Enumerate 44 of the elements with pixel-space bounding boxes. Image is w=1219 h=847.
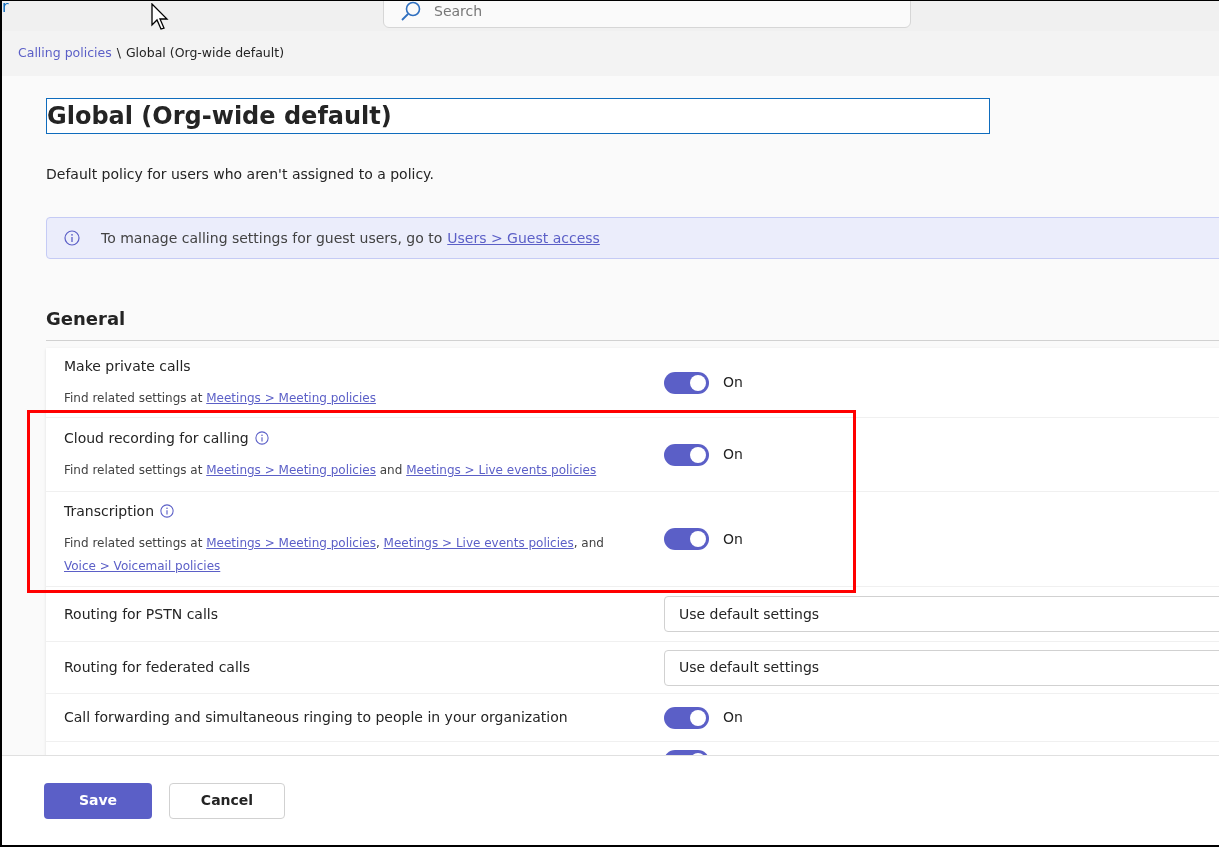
save-button[interactable]: Save [44, 782, 152, 819]
toggle-switch[interactable] [664, 528, 709, 550]
toggle-state-text: On [723, 445, 743, 464]
search-icon [400, 1, 422, 23]
guest-access-link[interactable]: Users > Guest access [447, 227, 600, 249]
dropdown[interactable]: Use default settings [664, 596, 1219, 632]
breadcrumb-text: \ [116, 44, 121, 63]
breadcrumb-link[interactable]: Calling policies [18, 44, 112, 63]
settings-link[interactable]: Meetings > Meeting policies [206, 390, 376, 405]
policy-description: Default policy for users who aren't assigned to a policy. [46, 165, 435, 184]
settings-link[interactable]: Meetings > Live events policies [383, 535, 574, 550]
toggle-switch[interactable] [664, 706, 709, 729]
toggle-state-text: On [723, 708, 743, 727]
toggle-switch[interactable] [664, 443, 709, 466]
description-text: Find related settings at [64, 462, 203, 477]
section-title: General [46, 305, 1219, 341]
description-text: Find related settings at [64, 390, 203, 405]
toggle-state-text: On [723, 373, 743, 392]
settings-link[interactable]: Voice > Voicemail policies [64, 558, 221, 573]
toggle-switch[interactable] [664, 371, 709, 394]
setting-label: Make private calls [64, 356, 191, 376]
toggle-state-text: On [723, 529, 743, 549]
description-text: and [379, 462, 403, 477]
breadcrumb-text: Global (Org-wide default) [125, 44, 285, 63]
dropdown[interactable]: Use default settings [664, 649, 1219, 686]
settings-link[interactable]: Meetings > Meeting policies [206, 462, 376, 477]
description-text: Find related settings at [64, 535, 203, 550]
setting-label: Routing for PSTN calls [64, 604, 218, 624]
description-text: , [375, 535, 380, 550]
setting-label: Cloud recording for calling [64, 428, 249, 448]
setting-label: Call forwarding and simultaneous ringing to people in your organization [64, 708, 568, 727]
settings-link[interactable]: Meetings > Meeting policies [206, 535, 376, 550]
cancel-button[interactable]: Cancel [169, 782, 285, 819]
info-text: To manage calling settings for guest users, go to [101, 228, 443, 248]
app-title: r [2, 1, 9, 18]
description-text: , and [573, 535, 604, 550]
setting-label: Transcription [64, 501, 155, 521]
search-field[interactable]: Search [383, 1, 911, 28]
info-icon [64, 230, 80, 246]
setting-label: Routing for federated calls [64, 658, 250, 677]
policy-name-field[interactable]: Global (Org-wide default) [46, 98, 990, 134]
settings-link[interactable]: Meetings > Live events policies [406, 462, 597, 477]
info-icon[interactable] [254, 431, 269, 445]
info-icon[interactable] [160, 504, 175, 518]
